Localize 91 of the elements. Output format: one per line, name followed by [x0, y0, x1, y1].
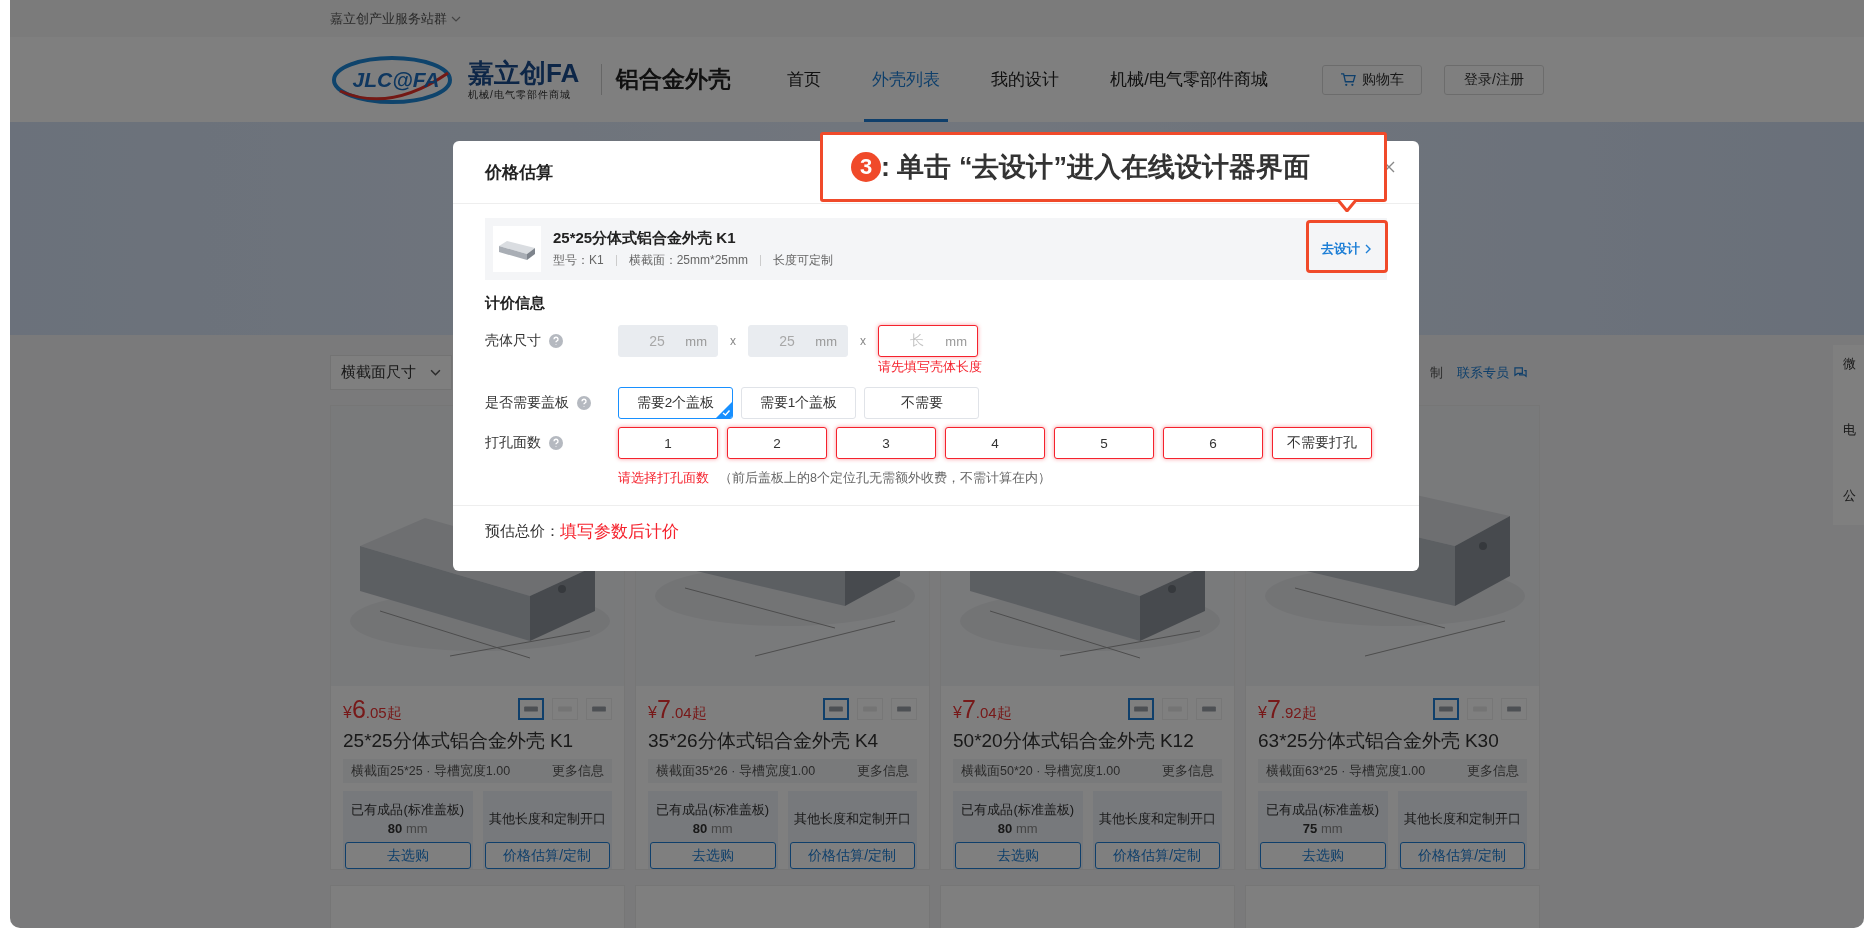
error-message: 请先填写壳体长度 — [878, 359, 982, 374]
check-icon — [716, 402, 732, 418]
spec-text: 横截面25*25 · 导槽宽度1.00 — [351, 762, 511, 780]
model-text: 型号：K1 — [553, 252, 604, 269]
custom-label: 其他长度和定制开口 — [793, 810, 911, 828]
price: ¥7.04起 — [953, 694, 1012, 724]
price: ¥7.04起 — [648, 694, 707, 724]
stock-label: 已有成品(标准盖板) — [1266, 801, 1380, 819]
estimate-button[interactable]: 价格估算/定制 — [484, 842, 610, 869]
nav-tab[interactable]: 我的设计 — [983, 37, 1068, 122]
option-button[interactable]: 4 — [945, 427, 1045, 459]
view-thumbnail[interactable] — [518, 698, 544, 720]
brand-tagline: 机械/电气零部件商城 — [468, 87, 572, 102]
brand-name: 嘉立创FA — [468, 57, 580, 88]
price: ¥7.92起 — [1258, 694, 1317, 724]
help-icon — [577, 396, 591, 410]
stock-length: 80 mm — [692, 820, 733, 838]
custom-label: 其他长度和定制开口 — [488, 810, 606, 828]
dialog-title: 价格估算 — [485, 161, 553, 184]
field-label: 打孔面数 — [485, 427, 618, 459]
price: ¥6.05起 — [343, 694, 402, 724]
total-label: 预估总价： — [485, 522, 560, 541]
view-thumbnail[interactable] — [1128, 698, 1154, 720]
buy-button[interactable]: 去选购 — [650, 842, 776, 869]
more-info-link[interactable]: 更多信息 — [1467, 762, 1519, 780]
spec-text: 横截面50*20 · 导槽宽度1.00 — [961, 762, 1121, 780]
spec-text: 横截面63*25 · 导槽宽度1.00 — [1266, 762, 1426, 780]
chat-icon — [1513, 366, 1528, 379]
product-title[interactable]: 50*20分体式铝合金外壳 K12 — [953, 728, 1222, 754]
product-line-title: 铝合金外壳 — [601, 64, 732, 95]
times-sign: x — [859, 334, 867, 348]
contact-link[interactable]: 联系专员 — [1457, 363, 1528, 382]
filter-text: 制 — [1430, 363, 1443, 382]
buy-button[interactable]: 去选购 — [345, 842, 471, 869]
help-icon — [549, 334, 563, 348]
stock-length: 80 mm — [387, 820, 428, 838]
option-button[interactable]: 1 — [618, 427, 718, 459]
stock-length: 80 mm — [997, 820, 1038, 838]
option-button[interactable]: 不需要打孔 — [1272, 427, 1372, 459]
cart-icon — [1340, 72, 1356, 87]
buy-button[interactable]: 去选购 — [955, 842, 1081, 869]
step-number: 3 — [851, 152, 881, 182]
login-button[interactable]: 登录/注册 — [1444, 64, 1544, 95]
stock-length: 75 mm — [1302, 820, 1343, 838]
more-info-link[interactable]: 更多信息 — [857, 762, 909, 780]
option-button[interactable]: 需要1个盖板 — [741, 387, 856, 419]
option-button[interactable]: 5 — [1054, 427, 1154, 459]
design-link[interactable]: 去设计 — [1321, 240, 1371, 258]
estimate-button[interactable]: 价格估算/定制 — [1094, 842, 1220, 869]
buy-button[interactable]: 去选购 — [1260, 842, 1386, 869]
dimension-field[interactable]: 长 mm — [878, 325, 978, 357]
nav-tab[interactable]: 首页 — [779, 37, 830, 122]
estimate-button[interactable]: 价格估算/定制 — [1399, 842, 1525, 869]
more-info-link[interactable]: 更多信息 — [1162, 762, 1214, 780]
view-thumbnail[interactable] — [823, 698, 849, 720]
option-button[interactable]: 2 — [727, 427, 827, 459]
annotation-text: : 单击 “去设计”进入在线设计器界面 — [881, 151, 1310, 184]
cross-section-text: 横截面：25mm*25mm — [628, 252, 749, 269]
stock-label: 已有成品(标准盖板) — [656, 801, 770, 819]
view-thumbnail[interactable] — [1433, 698, 1459, 720]
help-icon — [549, 436, 563, 450]
option-button[interactable]: 3 — [836, 427, 936, 459]
more-info-link[interactable]: 更多信息 — [552, 762, 604, 780]
option-button[interactable]: 不需要 — [864, 387, 979, 419]
stock-label: 已有成品(标准盖板) — [961, 801, 1075, 819]
length-text: 长度可定制 — [773, 252, 834, 269]
section-title: 计价信息 — [485, 294, 546, 313]
stock-label: 已有成品(标准盖板) — [351, 801, 465, 819]
chevron-right-icon — [1365, 244, 1371, 254]
cart-button[interactable]: 购物车 — [1322, 64, 1422, 95]
spec-text: 横截面35*26 · 导槽宽度1.00 — [656, 762, 816, 780]
product-title[interactable]: 63*25分体式铝合金外壳 K30 — [1258, 728, 1527, 754]
chevron-down-icon — [430, 369, 441, 376]
side-panel-item[interactable]: 电 — [1843, 421, 1864, 439]
field-label: 壳体尺寸 — [485, 325, 618, 357]
side-panel-item[interactable]: 微 — [1843, 355, 1864, 373]
option-button[interactable]: 需要2个盖板 — [618, 387, 733, 419]
product-name: 25*25分体式铝合金外壳 K1 — [553, 229, 737, 248]
estimate-button[interactable]: 价格估算/定制 — [789, 842, 915, 869]
side-panel-item[interactable]: 公 — [1843, 487, 1864, 505]
custom-label: 其他长度和定制开口 — [1403, 810, 1521, 828]
times-sign: x — [729, 334, 737, 348]
nav-tab[interactable]: 机械/电气零部件商城 — [1102, 37, 1276, 122]
cross-section-select[interactable]: 横截面尺寸 — [330, 355, 452, 390]
custom-label: 其他长度和定制开口 — [1098, 810, 1216, 828]
option-button[interactable]: 6 — [1163, 427, 1263, 459]
chevron-down-icon — [451, 16, 461, 22]
product-title[interactable]: 35*26分体式铝合金外壳 K4 — [648, 728, 917, 754]
logo[interactable]: JLC@FA — [330, 52, 462, 107]
site-group-menu[interactable]: 嘉立创产业服务站群 — [330, 10, 461, 28]
product-title[interactable]: 25*25分体式铝合金外壳 K1 — [343, 728, 612, 754]
